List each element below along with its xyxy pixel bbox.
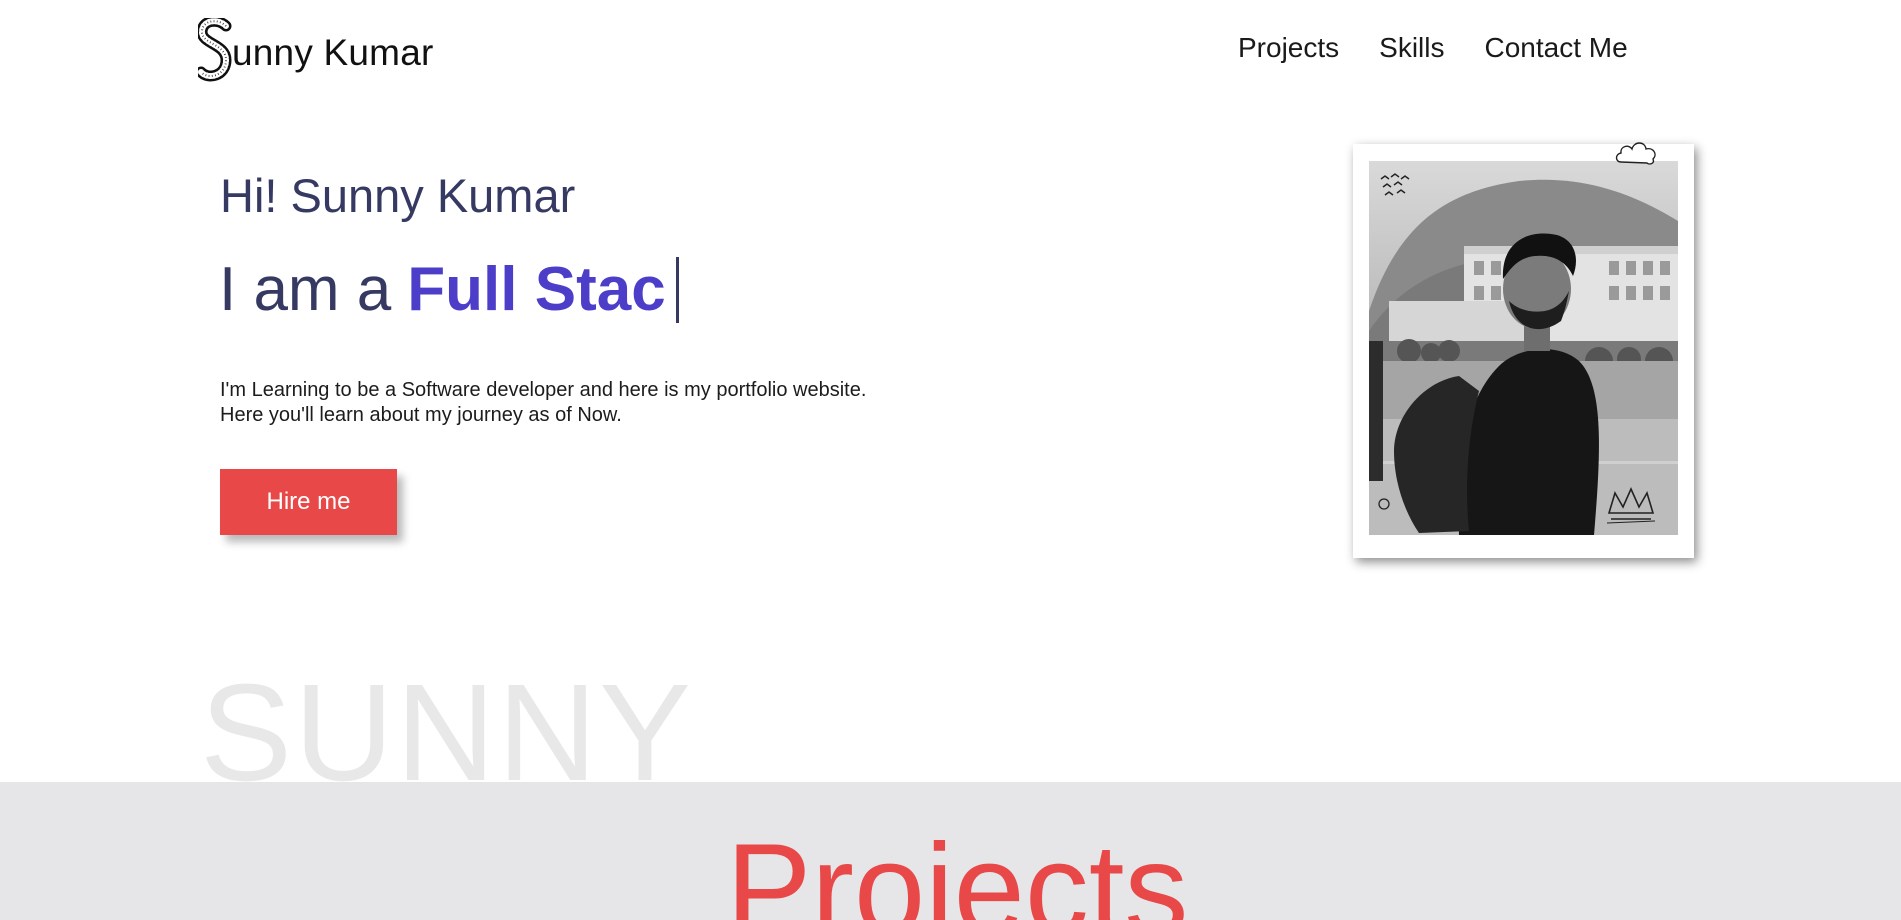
intro-line: Here you'll learn about my journey as of… [220,404,622,426]
projects-heading: Projects [726,818,1189,920]
typing-caret [675,256,679,323]
nav-skills[interactable]: Skills [1379,32,1444,64]
profile-photo [1369,161,1678,535]
hero-intro: I'm Learning to be a Software developer … [220,378,866,428]
logo[interactable]: unny Kumar [198,18,434,84]
nav-projects[interactable]: Projects [1238,32,1339,64]
cloud-doodle-icon [1615,142,1656,165]
main-nav: Projects Skills Contact Me [1238,32,1628,64]
intro-line: I'm Learning to be a Software developer … [220,379,867,401]
projects-section: Projects [0,782,1901,920]
hire-me-button[interactable]: Hire me [220,469,397,535]
circle-doodle-icon [1378,498,1390,510]
crown-doodle-icon [1606,487,1656,524]
birds-doodle-icon [1380,173,1410,196]
s-monogram-icon [198,18,232,84]
hero-role-line: I am a Full Stac [219,254,679,325]
profile-photo-card [1353,142,1694,558]
nav-contact-me[interactable]: Contact Me [1485,32,1628,64]
typed-role-text: Full Stac [407,255,666,324]
role-prefix: I am a [219,255,392,324]
logo-text: unny Kumar [232,32,434,73]
hero-greeting: Hi! Sunny Kumar [220,169,576,222]
